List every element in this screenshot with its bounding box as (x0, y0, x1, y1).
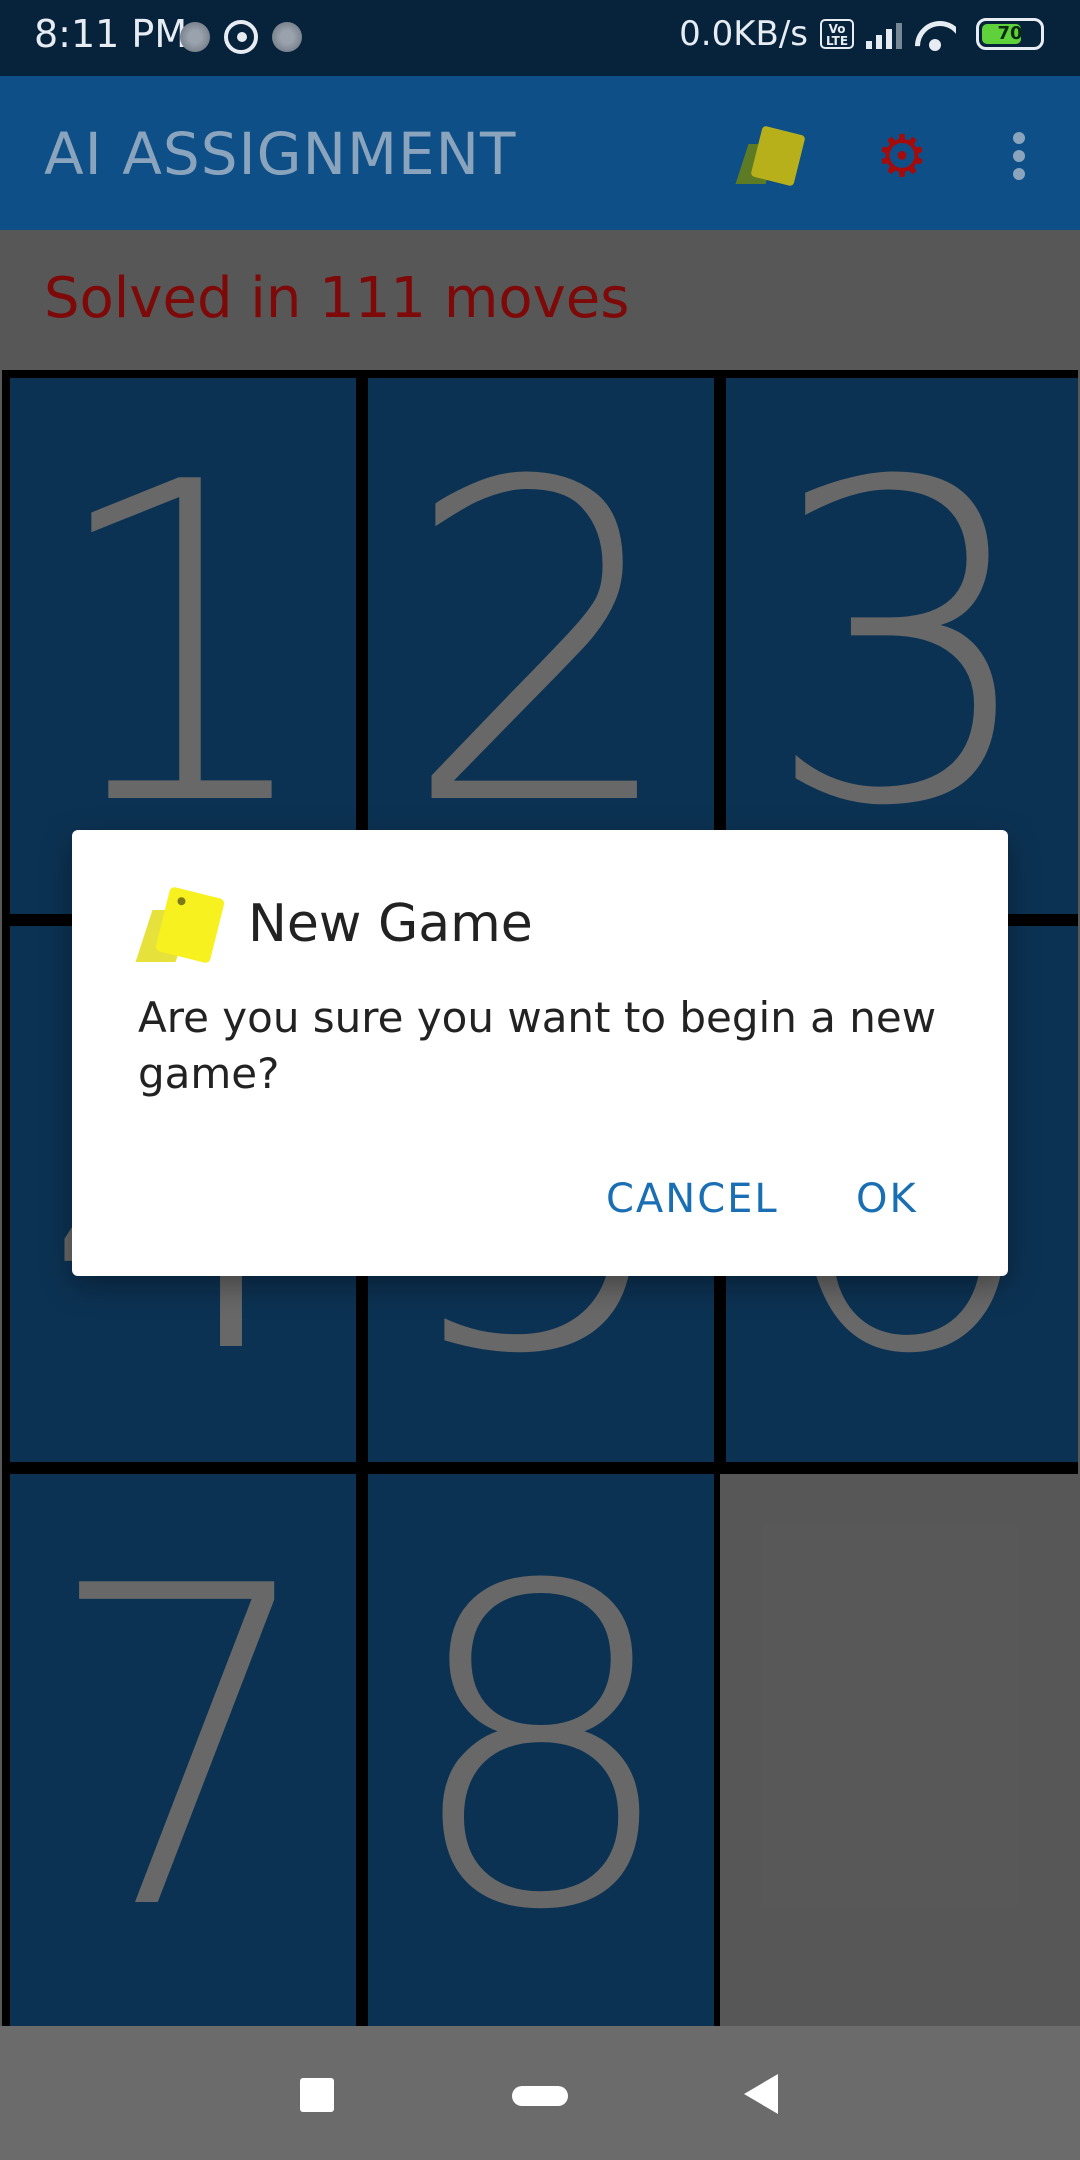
ok-button[interactable]: OK (856, 1176, 918, 1222)
gear-icon[interactable]: ⚙ (872, 126, 932, 186)
more-vert-icon[interactable] (1012, 132, 1026, 180)
app-bar: AI ASSIGNMENT ⚙ (0, 76, 1080, 230)
notification-dot-icon (180, 22, 210, 52)
status-time: 8:11 PM (34, 12, 188, 56)
network-speed: 0.0KB/s (679, 14, 808, 54)
signal-icon (866, 19, 902, 49)
back-button[interactable] (744, 2074, 778, 2114)
notification-icons (180, 20, 302, 54)
new-game-dialog: New Game Are you sure you want to begin … (72, 830, 1008, 1276)
app-title: AI ASSIGNMENT (44, 120, 517, 188)
recents-button[interactable] (300, 2078, 334, 2112)
battery-level: 70 (997, 23, 1023, 44)
home-button[interactable] (512, 2086, 568, 2106)
whatsapp-icon (224, 20, 258, 54)
navigation-bar (0, 2026, 1080, 2160)
volte-icon: Vo LTE (820, 19, 854, 49)
cards-icon (135, 886, 226, 964)
dialog-title: New Game (248, 894, 533, 954)
cancel-button[interactable]: CANCEL (606, 1176, 779, 1222)
status-bar: 8:11 PM 0.0KB/s Vo LTE 70 (0, 0, 1080, 76)
notification-dot-icon (272, 22, 302, 52)
battery-icon: 70 (976, 18, 1044, 50)
cards-icon[interactable] (735, 125, 806, 187)
system-icons: 0.0KB/s Vo LTE 70 (679, 14, 1044, 54)
wifi-icon (914, 17, 956, 51)
dialog-message: Are you sure you want to begin a new gam… (138, 993, 937, 1098)
